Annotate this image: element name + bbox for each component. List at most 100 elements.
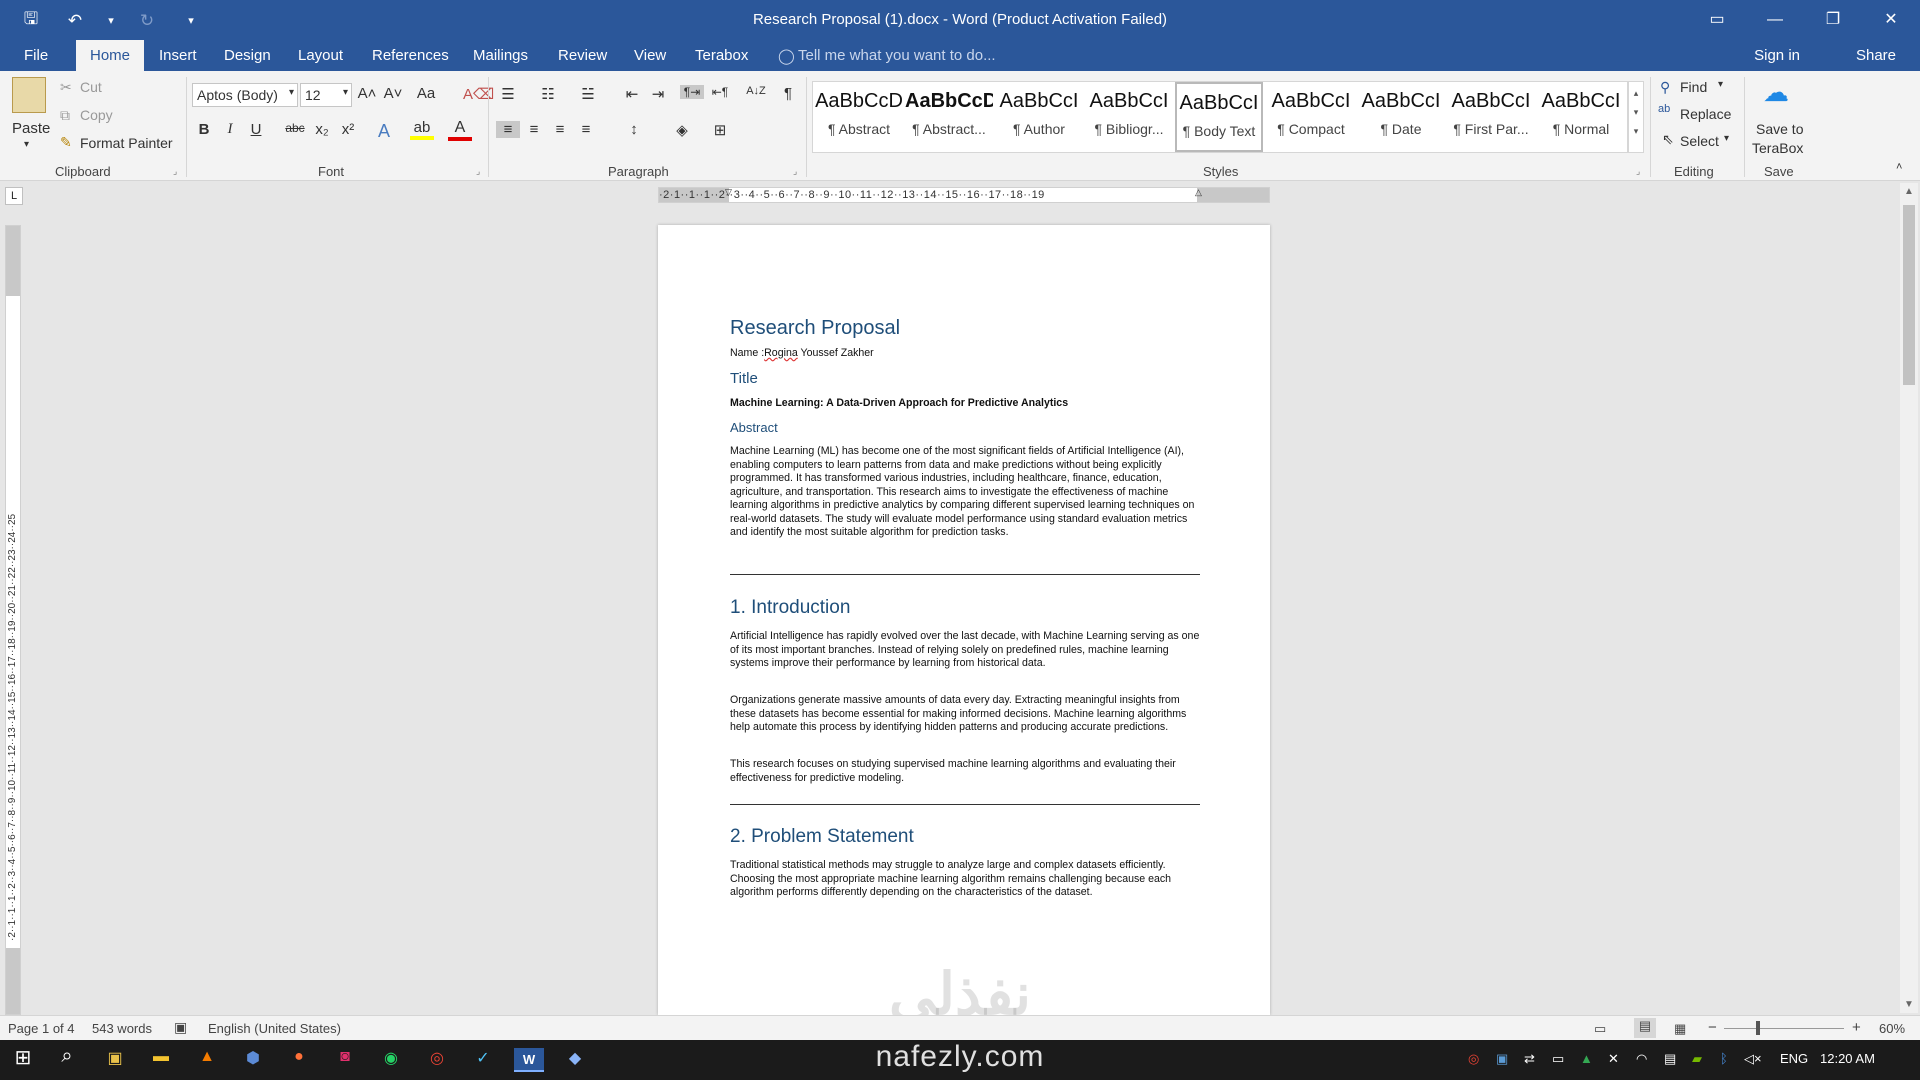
file-explorer-icon[interactable]: ▬ [146, 1048, 176, 1072]
word-count[interactable]: 543 words [92, 1021, 152, 1036]
chrome-tray-icon[interactable]: ◎ [1468, 1051, 1479, 1067]
bold-button[interactable]: B [192, 121, 216, 138]
monitor-icon[interactable]: ▤ [1664, 1051, 1676, 1067]
right-indent-marker-icon[interactable]: △ [1195, 187, 1202, 198]
chevron-up-icon[interactable]: ▴ [1629, 88, 1643, 99]
underline-button[interactable]: U [244, 121, 268, 138]
highlight-button[interactable]: ab [410, 119, 434, 140]
start-button[interactable]: ⊞ [8, 1045, 38, 1069]
tab-file[interactable]: File [24, 47, 48, 64]
network-share-icon[interactable]: ⇄ [1524, 1051, 1535, 1067]
zoom-slider-thumb[interactable] [1756, 1021, 1760, 1035]
center-button[interactable]: ≡ [522, 121, 546, 138]
borders-button[interactable]: ⊞ [708, 121, 732, 139]
print-layout-icon[interactable]: ▤ [1634, 1018, 1656, 1038]
chevron-down-icon[interactable]: ▾ [1629, 107, 1643, 118]
close-button[interactable]: ✕ [1862, 0, 1920, 40]
battery-icon[interactable]: ▭ [1552, 1051, 1564, 1067]
grow-font-button[interactable]: A˄ [355, 85, 379, 102]
ltr-button[interactable]: ¶⇥ [680, 85, 704, 99]
zoom-slider[interactable] [1724, 1028, 1844, 1029]
sort-button[interactable]: A↓Z [744, 85, 768, 97]
tell-me-search[interactable]: Tell me what you want to do... [798, 47, 996, 64]
page-count[interactable]: Page 1 of 4 [8, 1021, 75, 1036]
language-indicator[interactable]: ENG [1780, 1051, 1808, 1066]
align-left-button[interactable]: ≡ [496, 121, 520, 138]
align-right-button[interactable]: ≡ [548, 121, 572, 138]
paste-button[interactable]: Paste [12, 120, 50, 137]
strikethrough-button[interactable]: abc [283, 121, 307, 135]
maps-icon[interactable]: ◆ [560, 1048, 590, 1072]
cloud-tray-icon[interactable]: ▣ [1496, 1051, 1508, 1067]
zoom-in-button[interactable]: + [1852, 1019, 1861, 1036]
superscript-button[interactable]: x² [336, 121, 360, 138]
chevron-down-icon[interactable]: ▾ [1724, 133, 1729, 144]
read-mode-icon[interactable]: ▭ [1594, 1021, 1606, 1037]
minimize-button[interactable]: — [1746, 0, 1804, 40]
style-normal[interactable]: AaBbCcI ¶ Normal [1537, 82, 1625, 152]
scroll-down-icon[interactable]: ▼ [1900, 999, 1918, 1010]
tab-design[interactable]: Design [224, 47, 271, 64]
zoom-level[interactable]: 60% [1879, 1021, 1905, 1036]
paste-dropdown-icon[interactable]: ▾ [24, 139, 29, 150]
bullets-button[interactable]: ☰ [496, 85, 520, 103]
save-to-label[interactable]: Save to [1756, 121, 1803, 137]
clipboard-launcher-icon[interactable]: ⌟ [173, 166, 177, 177]
more-styles-icon[interactable]: ▾ [1629, 126, 1643, 137]
change-case-button[interactable]: Aa [414, 85, 438, 102]
web-layout-icon[interactable]: ▦ [1674, 1021, 1686, 1037]
font-size-select[interactable]: 12 ▾ [300, 83, 352, 107]
search-icon[interactable]: ⌕ [52, 1045, 82, 1069]
collapse-ribbon-icon[interactable]: ˄ [1896, 161, 1902, 173]
tab-review[interactable]: Review [558, 47, 607, 64]
whatsapp-icon[interactable]: ◉ [376, 1048, 406, 1072]
word-icon[interactable]: W [514, 1048, 544, 1072]
numbering-button[interactable]: ☷ [536, 85, 560, 103]
style-bibliography[interactable]: AaBbCcI ¶ Bibliogr... [1085, 82, 1173, 152]
style-author[interactable]: AaBbCcI ¶ Author [995, 82, 1083, 152]
rtl-button[interactable]: ⇤¶ [708, 85, 732, 99]
zoom-out-button[interactable]: − [1708, 1019, 1717, 1036]
scroll-thumb[interactable] [1903, 205, 1915, 385]
nvidia-icon[interactable]: ▰ [1692, 1051, 1702, 1067]
clock[interactable]: 12:20 AM [1820, 1051, 1875, 1066]
book-check-icon[interactable]: ▣ [174, 1019, 187, 1036]
tab-selector[interactable]: L [5, 187, 23, 205]
sign-in-link[interactable]: Sign in [1754, 47, 1800, 64]
bluetooth-icon[interactable]: ᛒ [1720, 1051, 1728, 1066]
select-button[interactable]: Select [1680, 133, 1719, 149]
tab-layout[interactable]: Layout [298, 47, 343, 64]
italic-button[interactable]: I [218, 121, 242, 138]
chevron-down-icon[interactable]: ▾ [1718, 79, 1723, 90]
format-painter-button[interactable]: Format Painter [80, 135, 173, 151]
clear-formatting-button[interactable]: A⌫ [463, 85, 494, 103]
style-abstract[interactable]: AaBbCcD ¶ Abstract [815, 82, 903, 152]
ribbon-display-options-icon[interactable]: ▭ [1688, 0, 1746, 40]
justify-button[interactable]: ≡ [574, 121, 598, 138]
line-spacing-button[interactable]: ↕ [622, 121, 646, 138]
vscode-icon[interactable]: ✓ [468, 1048, 498, 1072]
replace-button[interactable]: Replace [1680, 106, 1731, 122]
security-icon[interactable]: ✕ [1608, 1051, 1619, 1067]
language-indicator[interactable]: English (United States) [208, 1021, 341, 1036]
shield-icon[interactable]: ⬢ [238, 1048, 268, 1072]
store-icon[interactable]: ▣ [100, 1048, 130, 1072]
drive-icon[interactable]: ▲ [1580, 1051, 1593, 1066]
tab-references[interactable]: References [372, 47, 449, 64]
style-date[interactable]: AaBbCcI ¶ Date [1357, 82, 1445, 152]
share-button[interactable]: Share [1856, 47, 1896, 64]
styles-gallery-scroll[interactable]: ▴ ▾ ▾ [1628, 81, 1644, 153]
vertical-scrollbar[interactable]: ▲ ▼ [1900, 183, 1918, 1013]
subscript-button[interactable]: x₂ [310, 121, 334, 138]
shrink-font-button[interactable]: A˅ [381, 85, 405, 102]
tab-home[interactable]: Home [76, 40, 145, 71]
text-effects-button[interactable]: A [372, 121, 396, 142]
increase-indent-button[interactable]: ⇥ [646, 85, 670, 103]
horizontal-ruler[interactable]: ·2·1··1··1··2··3··4··5··6··7··8··9··10··… [658, 187, 1270, 203]
style-compact[interactable]: AaBbCcI ¶ Compact [1267, 82, 1355, 152]
copy-button[interactable]: Copy [80, 107, 113, 123]
terabox-label[interactable]: TeraBox [1752, 140, 1803, 156]
tab-insert[interactable]: Insert [159, 47, 197, 64]
cut-button[interactable]: Cut [80, 79, 102, 95]
styles-launcher-icon[interactable]: ⌟ [1636, 166, 1640, 177]
